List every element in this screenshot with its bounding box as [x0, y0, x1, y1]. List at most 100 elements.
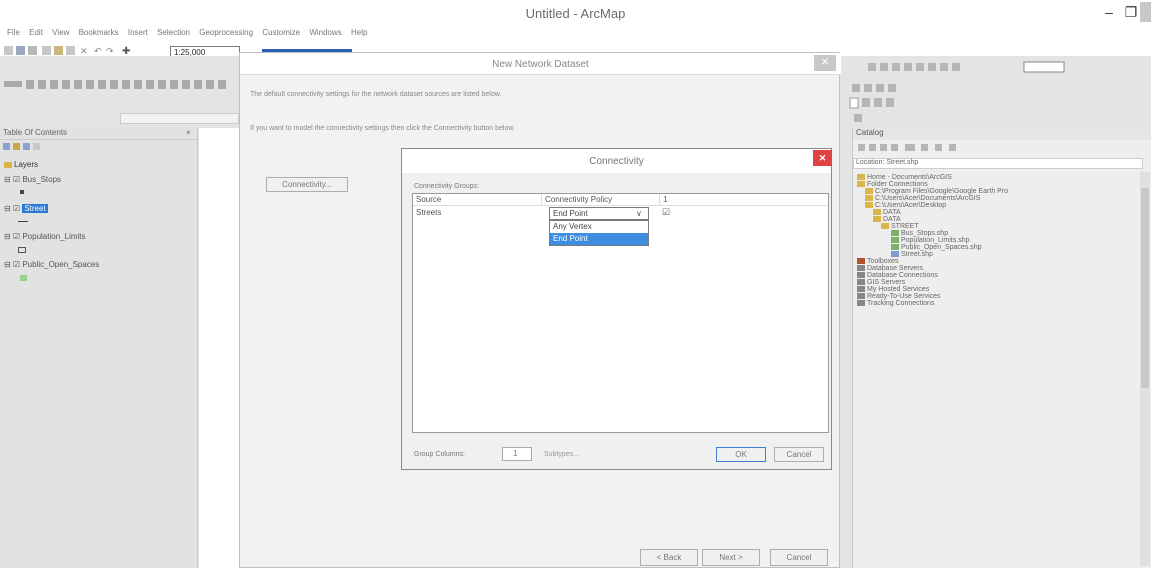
tree-item-label: GIS Servers — [867, 279, 906, 286]
toc-layer-label: Street — [22, 204, 48, 213]
subtypes-button[interactable]: Subtypes... — [544, 451, 579, 458]
grid-header-source[interactable]: Source — [413, 194, 541, 206]
grid-header-group[interactable]: 1 — [659, 194, 828, 206]
tree-item[interactable]: Toolboxes — [857, 258, 1137, 265]
location-input[interactable]: Street.shp — [886, 159, 918, 166]
connectivity-grid[interactable]: Source Connectivity Policy 1 Streets End… — [412, 193, 829, 433]
menu-insert[interactable]: Insert — [128, 28, 148, 37]
right-toolbar-1-icons[interactable] — [860, 60, 1100, 74]
menu-view[interactable]: View — [52, 28, 69, 37]
svg-text:↷: ↷ — [106, 46, 114, 56]
menu-help[interactable]: Help — [351, 28, 367, 37]
dropdown-option-end-point[interactable]: End Point — [550, 233, 648, 245]
tree-item-label: Database Connections — [867, 272, 938, 279]
toc-layers-group[interactable]: Layers — [4, 160, 38, 169]
tree-item[interactable]: My Hosted Services — [857, 286, 1137, 293]
tracking-icon — [857, 300, 865, 307]
back-button[interactable]: < Back — [640, 549, 698, 566]
group-columns-stepper[interactable]: 1 — [502, 447, 532, 461]
group-columns-value: 1 — [513, 449, 518, 458]
catalog-tree: Home - Documents\ArcGIS Folder Connectio… — [857, 174, 1137, 307]
catalog-scrollbar-thumb[interactable] — [1141, 188, 1149, 388]
menu-windows[interactable]: Windows — [309, 28, 341, 37]
tree-item[interactable]: C:\Program Files\Google\Google Earth Pro — [865, 188, 1137, 195]
grid-header-policy[interactable]: Connectivity Policy — [541, 194, 659, 206]
right-toolbar-2[interactable] — [848, 82, 908, 94]
tree-item-label: DATA — [883, 216, 901, 223]
tree-item-label: DATA — [883, 209, 901, 216]
toc-layer-bus-stops[interactable]: ⊟ ☑ Bus_Stops — [4, 175, 61, 184]
tree-item[interactable]: Public_Open_Spaces.shp — [891, 244, 1137, 251]
tree-item-label: Database Servers — [867, 265, 924, 272]
menu-file[interactable]: File — [7, 28, 20, 37]
connectivity-button[interactable]: Connectivity... — [266, 177, 348, 192]
right-toolbar-3[interactable] — [848, 96, 918, 110]
catalog-toolbar-icons[interactable] — [857, 142, 997, 154]
toc-layer-label: Bus_Stops — [22, 175, 62, 184]
server-icon — [857, 265, 865, 272]
folder-icon — [873, 216, 881, 223]
right-toolbar-4[interactable] — [852, 113, 872, 123]
menu-geoprocessing[interactable]: Geoprocessing — [199, 28, 253, 37]
dropdown-option-any-vertex[interactable]: Any Vertex — [550, 221, 648, 233]
close-button[interactable] — [1140, 2, 1151, 22]
tree-item[interactable]: Home - Documents\ArcGIS — [857, 174, 1137, 181]
grid-cell-source[interactable]: Streets — [416, 208, 441, 217]
tree-item[interactable]: Population_Limits.shp — [891, 237, 1137, 244]
folder-icon — [873, 209, 881, 216]
menu-bookmarks[interactable]: Bookmarks — [79, 28, 119, 37]
tree-item[interactable]: DATA — [873, 216, 1137, 223]
tree-item-label: STREET — [891, 223, 919, 230]
tree-item[interactable]: Street.shp — [891, 251, 1137, 258]
cancel-button[interactable]: Cancel — [770, 549, 828, 566]
spatial-adjustment-toolbar[interactable] — [120, 113, 239, 124]
shapefile-icon — [891, 251, 899, 258]
toc-toolbar-icons[interactable] — [2, 142, 42, 152]
ok-button[interactable]: OK — [716, 447, 766, 462]
chevron-down-icon[interactable]: ∨ — [636, 208, 642, 219]
group-checkbox[interactable]: ☑ — [662, 207, 670, 218]
connectivity-close-button[interactable]: ✕ — [813, 150, 832, 166]
connectivity-cancel-button[interactable]: Cancel — [774, 447, 824, 462]
toc-layer-street[interactable]: ⊟ ☑ Street — [4, 204, 48, 213]
catalog-header: Catalog — [853, 128, 1151, 140]
tree-item[interactable]: Tracking Connections — [857, 300, 1137, 307]
toc-layer-population-limits[interactable]: ⊟ ☑ Population_Limits — [4, 232, 85, 241]
catalog-location-bar[interactable]: Location: Street.shp — [853, 158, 1143, 169]
nnd-close-button[interactable]: ✕ — [814, 55, 836, 71]
location-label: Location: — [856, 159, 885, 166]
tree-item[interactable]: GIS Servers — [857, 279, 1137, 286]
catalog-panel: Catalog Location: Street.shp Home - Docu… — [852, 128, 1151, 568]
toc-layer-label: Public_Open_Spaces — [22, 260, 100, 269]
policy-dropdown-list: Any Vertex End Point — [549, 220, 649, 246]
menu-customize[interactable]: Customize — [262, 28, 300, 37]
tree-item[interactable]: Database Servers — [857, 265, 1137, 272]
restore-button[interactable]: ❐ — [1120, 2, 1142, 22]
menu-selection[interactable]: Selection — [157, 28, 190, 37]
connectivity-title: Connectivity — [589, 156, 644, 167]
tree-item[interactable]: C:\Users\Acer\Documents\ArcGIS — [865, 195, 1137, 202]
connectivity-policy-select[interactable]: End Point ∨ — [549, 207, 649, 220]
tools-toolbar-icons[interactable] — [2, 78, 238, 92]
tree-item[interactable]: DATA — [873, 209, 1137, 216]
tree-item[interactable]: Database Connections — [857, 272, 1137, 279]
tree-item-label: Ready-To-Use Services — [867, 293, 941, 300]
tools-toolbar — [2, 78, 240, 94]
tree-item[interactable]: C:\Users\Acer\Desktop — [865, 202, 1137, 209]
tree-item-label: Public_Open_Spaces.shp — [901, 244, 982, 251]
menu-edit[interactable]: Edit — [29, 28, 43, 37]
minimize-button[interactable]: – — [1098, 2, 1120, 22]
tree-item[interactable]: Folder Connections — [857, 181, 1137, 188]
toc-close-icon[interactable]: × — [186, 128, 191, 137]
connectivity-groups-label: Connectivity Groups: — [414, 183, 479, 190]
folder-icon — [857, 181, 865, 188]
toolbox-icon — [857, 258, 865, 265]
map-view[interactable] — [199, 128, 239, 568]
tree-item[interactable]: Bus_Stops.shp — [891, 230, 1137, 237]
toc-layer-public-open-spaces[interactable]: ⊟ ☑ Public_Open_Spaces — [4, 260, 99, 269]
next-button[interactable]: Next > — [702, 549, 760, 566]
tree-item-label: My Hosted Services — [867, 286, 930, 293]
tree-item[interactable]: Ready-To-Use Services — [857, 293, 1137, 300]
tree-item[interactable]: STREET — [881, 223, 1137, 230]
toc-header: Table Of Contents — [0, 128, 198, 140]
